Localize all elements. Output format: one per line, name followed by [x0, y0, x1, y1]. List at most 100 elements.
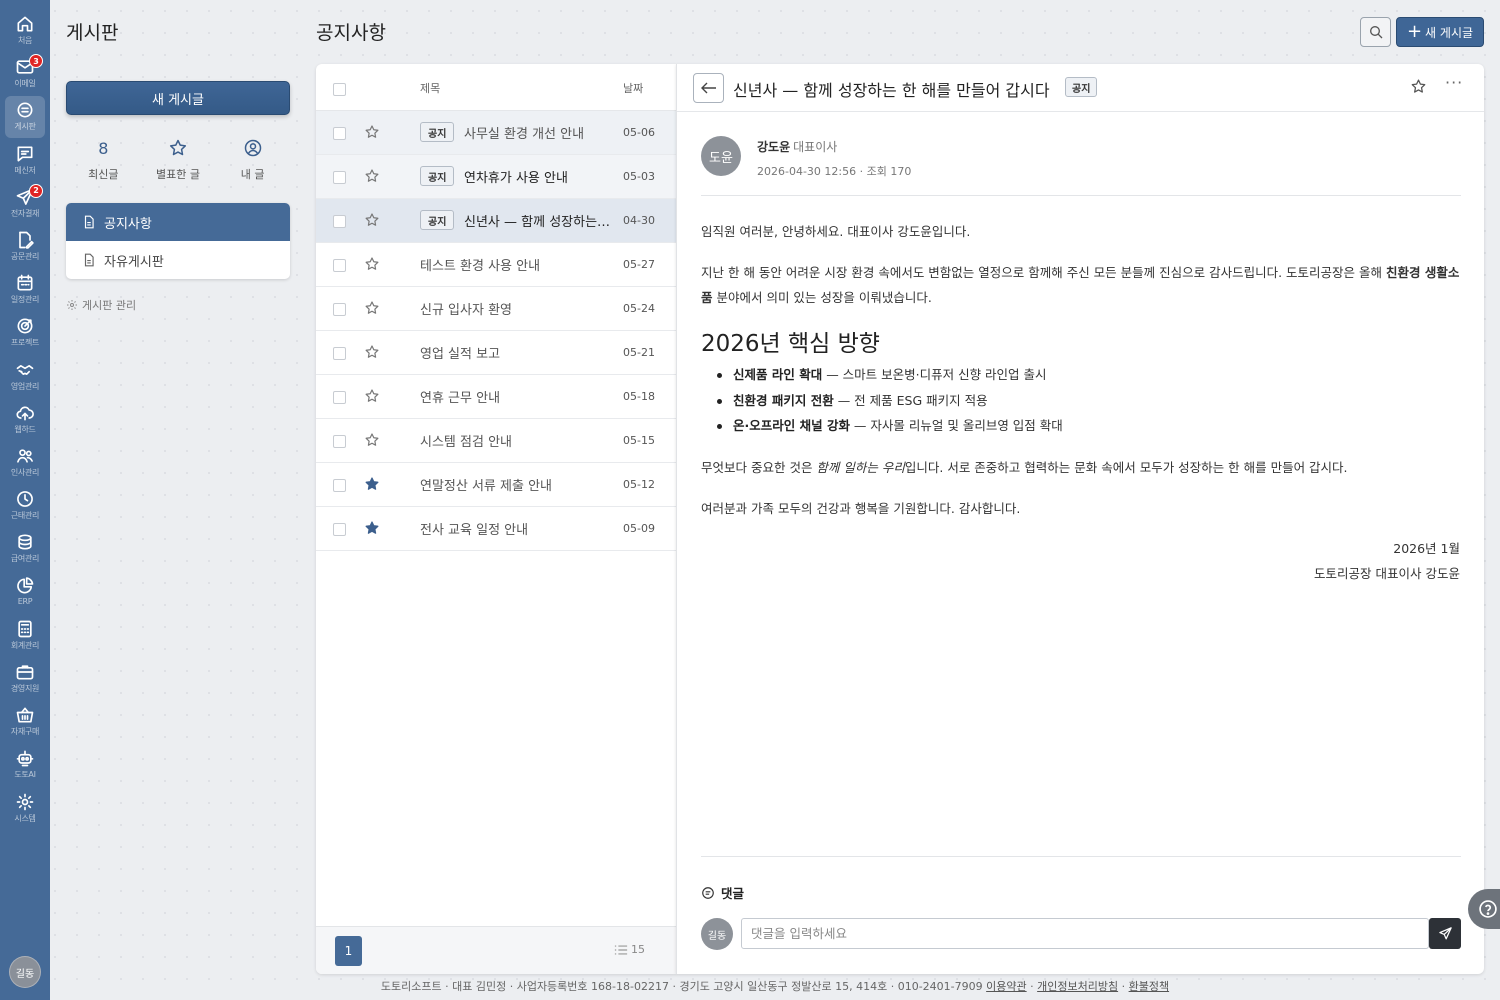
- terms-link[interactable]: 이용약관: [986, 980, 1026, 993]
- star-icon[interactable]: [364, 520, 380, 536]
- rail-item-4[interactable]: 메신저: [0, 140, 50, 182]
- table-row[interactable]: 공지 연차휴가 사용 안내 05-03: [316, 155, 676, 199]
- author-avatar: 도윤: [701, 136, 741, 176]
- table-row[interactable]: 테스트 환경 사용 안내 05-27: [316, 243, 676, 287]
- starred-posts-link[interactable]: 별표한 글: [141, 136, 216, 182]
- rail-item-11[interactable]: 인사관리: [0, 442, 50, 484]
- rail-item-3[interactable]: 게시판: [5, 96, 45, 139]
- rail-item-15[interactable]: 회계관리: [0, 615, 50, 657]
- rail-item-12[interactable]: 근태관리: [0, 485, 50, 527]
- table-row[interactable]: 연말정산 서류 제출 안내 05-12: [316, 463, 676, 507]
- column-title[interactable]: 제목: [420, 80, 440, 96]
- back-button[interactable]: [693, 73, 724, 103]
- rail-item-19[interactable]: 시스템: [0, 788, 50, 830]
- help-button[interactable]: [1468, 889, 1500, 929]
- row-date: 05-15: [623, 434, 655, 447]
- board-manage-link[interactable]: 게시판 관리: [66, 297, 136, 313]
- row-checkbox[interactable]: [333, 171, 346, 184]
- cloud-upload-icon: [16, 406, 34, 421]
- table-row[interactable]: 공지 사무실 환경 개선 안내 05-06: [316, 111, 676, 155]
- table-row[interactable]: 공지 신년사 — 함께 성장하는 한 해를 만들어 갑시다 04-30: [316, 199, 676, 243]
- per-page-selector[interactable]: 15: [614, 943, 645, 956]
- board-item-free[interactable]: 자유게시판: [66, 241, 290, 279]
- help-icon: [1479, 900, 1497, 918]
- rail-item-label: 전자결재: [10, 208, 40, 218]
- search-button[interactable]: [1360, 17, 1391, 47]
- new-post-button[interactable]: 새 게시글: [66, 81, 290, 115]
- briefcase-icon: [16, 665, 34, 680]
- latest-count: 8: [98, 138, 109, 158]
- table-row[interactable]: 영업 실적 보고 05-21: [316, 331, 676, 375]
- more-icon[interactable]: ···: [1445, 73, 1463, 92]
- rail-item-label: 일정관리: [10, 295, 40, 305]
- list-footer: 1 15: [316, 926, 676, 974]
- my-posts-link[interactable]: 내 글: [215, 136, 290, 182]
- star-icon[interactable]: [364, 168, 380, 184]
- rail-item-13[interactable]: 급여관리: [0, 528, 50, 570]
- table-row[interactable]: 연휴 근무 안내 05-18: [316, 375, 676, 419]
- robot-icon: [16, 750, 34, 767]
- star-icon[interactable]: [364, 300, 380, 316]
- star-icon[interactable]: [364, 256, 380, 272]
- unread-badge: 2: [29, 183, 43, 198]
- search-icon: [1369, 26, 1382, 39]
- row-checkbox[interactable]: [333, 479, 346, 492]
- star-icon[interactable]: [1410, 78, 1427, 95]
- select-all-checkbox[interactable]: [333, 83, 346, 96]
- comment-icon: [702, 886, 714, 899]
- rail-item-14[interactable]: ERP: [0, 572, 50, 614]
- star-icon[interactable]: [364, 432, 380, 448]
- author-name: 강도윤 대표이사: [757, 140, 838, 154]
- star-icon[interactable]: [364, 476, 380, 492]
- rail-item-2[interactable]: 이메일 3: [0, 53, 50, 95]
- row-checkbox[interactable]: [333, 435, 346, 448]
- table-row[interactable]: 신규 입사자 환영 05-24: [316, 287, 676, 331]
- refund-link[interactable]: 환불정책: [1129, 980, 1169, 993]
- coins-icon: [18, 534, 32, 550]
- rail-item-1[interactable]: 처음: [0, 10, 50, 52]
- star-icon[interactable]: [364, 124, 380, 140]
- rail-item-8[interactable]: 프로젝트: [0, 312, 50, 354]
- row-checkbox[interactable]: [333, 347, 346, 360]
- list-icon: [614, 944, 628, 955]
- latest-posts-link[interactable]: 8 최신글: [66, 136, 141, 182]
- write-post-button[interactable]: + 새 게시글: [1396, 17, 1484, 47]
- send-comment-button[interactable]: [1429, 918, 1461, 949]
- post-rows: 공지 사무실 환경 개선 안내 05-06 공지 연차휴가 사용 안내 05-03 공지 신년…: [316, 111, 676, 551]
- star-icon[interactable]: [364, 212, 380, 228]
- table-row[interactable]: 시스템 점검 안내 05-15: [316, 419, 676, 463]
- row-checkbox[interactable]: [333, 523, 346, 536]
- rail-item-10[interactable]: 웹하드: [0, 399, 50, 441]
- rail-item-9[interactable]: 영업관리: [0, 356, 50, 398]
- privacy-link[interactable]: 개인정보처리방침: [1037, 980, 1118, 993]
- rail-item-label: 공문관리: [10, 252, 40, 261]
- rail-item-5[interactable]: 전자결재 2: [0, 183, 50, 225]
- comment-input[interactable]: [741, 918, 1429, 949]
- star-icon[interactable]: [364, 388, 380, 404]
- row-checkbox[interactable]: [333, 215, 346, 228]
- rail-item-6[interactable]: 공문관리: [0, 226, 50, 268]
- page-button[interactable]: 1: [335, 936, 362, 966]
- row-title: 신규 입사자 환영: [420, 303, 512, 318]
- row-checkbox[interactable]: [333, 303, 346, 316]
- user-avatar[interactable]: 길동: [9, 956, 41, 988]
- doc-edit-icon: [19, 231, 34, 249]
- rail-item-label: 근태관리: [10, 511, 40, 521]
- body-bullets: 신제품 라인 확대 — 스마트 보온병·디퓨저 신향 라인업 출시 친환경 패키…: [717, 365, 1457, 442]
- row-checkbox[interactable]: [333, 127, 346, 140]
- rail-item-16[interactable]: 경영지원: [0, 658, 50, 700]
- board-item-notice[interactable]: 공지사항: [66, 203, 290, 241]
- quick-stats: 8 최신글 별표한 글 내 글: [66, 136, 290, 182]
- rail-item-17[interactable]: 자재구매: [0, 701, 50, 743]
- column-date[interactable]: 날짜: [623, 80, 643, 96]
- people-icon: [17, 449, 33, 463]
- row-checkbox[interactable]: [333, 259, 346, 272]
- rail-item-label: 도토AI: [14, 770, 36, 780]
- rail-item-7[interactable]: 일정관리: [0, 269, 50, 311]
- star-icon[interactable]: [364, 344, 380, 360]
- table-row[interactable]: 전사 교육 일정 안내 05-09: [316, 507, 676, 551]
- row-checkbox[interactable]: [333, 391, 346, 404]
- body-paragraph-4: 여러분과 가족 모두의 건강과 행복을 기원합니다. 감사합니다.: [701, 501, 1021, 516]
- rail-item-18[interactable]: 도토AI: [0, 744, 50, 786]
- gear-icon: [16, 793, 34, 810]
